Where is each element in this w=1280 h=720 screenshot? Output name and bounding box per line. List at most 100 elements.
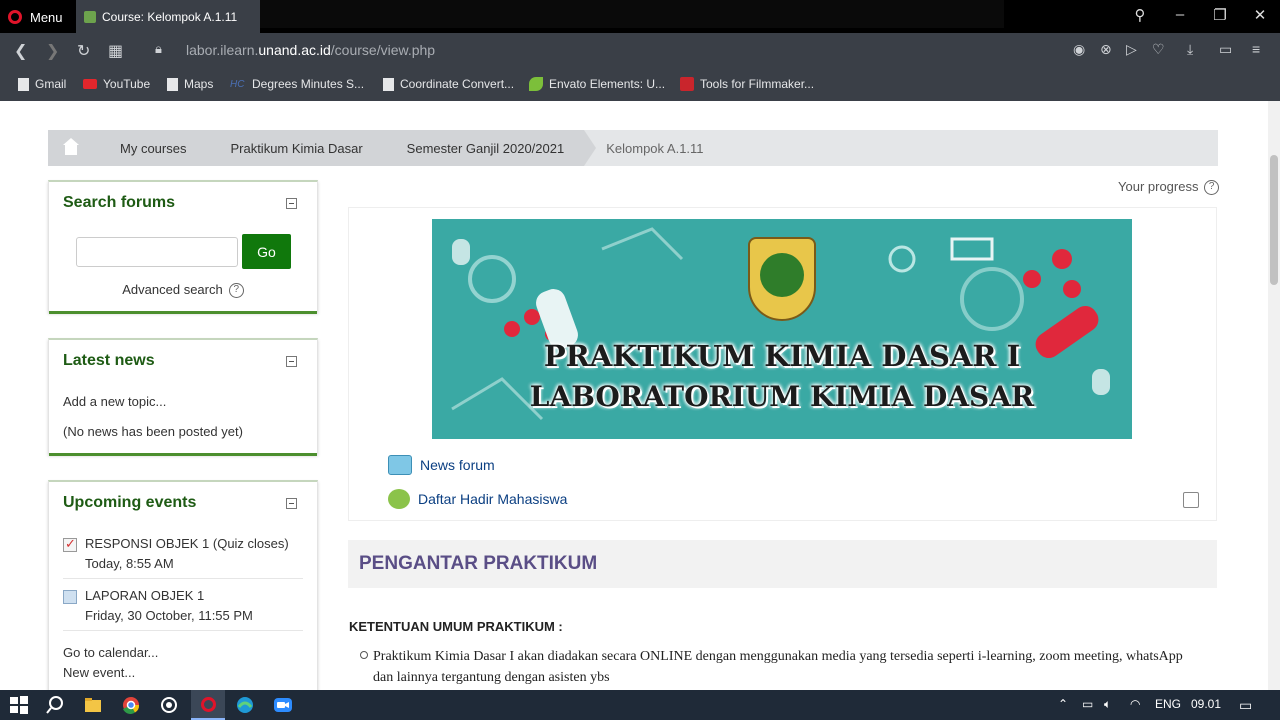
snapshot-icon[interactable]: ◉ [1073, 41, 1085, 58]
bookmark-label: Envato Elements: U... [549, 77, 666, 91]
forward-icon[interactable]: ❯ [46, 41, 59, 61]
active-tab[interactable]: Course: Kelompok A.1.11 [76, 0, 260, 33]
go-button[interactable]: Go [242, 234, 291, 269]
download-icon[interactable]: ⤓ [1187, 41, 1193, 58]
course-favicon-icon [84, 10, 96, 23]
rule-text: Praktikum Kimia Dasar I akan diadakan se… [373, 649, 1183, 685]
collapse-icon[interactable] [286, 356, 297, 367]
adblock-icon[interactable]: ⊗ [1100, 41, 1112, 58]
bookmark-envato[interactable]: Envato Elements: U... [529, 77, 665, 91]
easy-setup-icon[interactable]: ≡ [1252, 41, 1260, 57]
battery-icon[interactable]: ▭ [1082, 697, 1093, 711]
breadcrumb-separator [206, 130, 219, 166]
scrollbar-thumb[interactable] [1270, 155, 1278, 285]
bookmark-label: Degrees Minutes S... [252, 77, 365, 91]
section-title: PENGANTAR PRAKTIKUM [359, 553, 598, 574]
search-forums-input[interactable] [76, 237, 238, 267]
module-label: News forum [420, 457, 495, 473]
battery-saver-icon[interactable]: ▭ [1219, 41, 1232, 58]
bookmark-degrees[interactable]: HC Degrees Minutes S... [230, 77, 364, 91]
search-tabs-icon[interactable]: ⚲ [1131, 6, 1149, 24]
quiz-icon [63, 536, 77, 552]
university-seal-logo [748, 237, 816, 321]
bookmark-filmmaker[interactable]: Tools for Filmmaker... [680, 77, 814, 91]
opera-logo-icon [8, 10, 22, 24]
event-name[interactable]: LAPORAN OBJEK 1 [85, 588, 204, 603]
attendance-icon [388, 489, 410, 509]
url-field[interactable]: labor.ilearn.unand.ac.id/course/view.php [186, 42, 435, 58]
wifi-icon[interactable]: ◠ [1130, 697, 1140, 711]
block-accent-bar [49, 453, 317, 456]
speed-dial-icon[interactable]: ▦ [108, 41, 123, 61]
breadcrumb-separator [382, 130, 395, 166]
advanced-search-link[interactable]: Advanced search [122, 282, 222, 297]
notification-icon[interactable]: ▭ [1239, 697, 1252, 714]
breadcrumb-label: My courses [120, 140, 187, 156]
bookmark-label: Gmail [35, 77, 67, 91]
no-news-text: (No news has been posted yet) [63, 424, 243, 439]
bullet-icon [360, 651, 368, 659]
reload-icon[interactable]: ↻ [77, 41, 90, 61]
send-icon[interactable]: ▷ [1126, 41, 1137, 58]
close-icon[interactable]: ✕ [1251, 6, 1269, 24]
breadcrumb-my-courses[interactable]: My courses [94, 130, 219, 166]
bookmark-maps[interactable]: Maps [167, 77, 213, 91]
tray-chevron-icon[interactable]: ⌃ [1058, 697, 1068, 711]
attendance-link[interactable]: Daftar Hadir Mahasiswa [388, 489, 567, 509]
search-icon[interactable] [45, 695, 65, 715]
event-name[interactable]: RESPONSI OBJEK 1 (Quiz closes) [85, 536, 289, 551]
volume-icon[interactable]: 🔈︎ [1104, 697, 1111, 712]
hc-icon: HC [230, 78, 245, 90]
bookmark-coordinate[interactable]: Coordinate Convert... [383, 77, 514, 91]
banner-title-line1: PRAKTIKUM KIMIA DASAR I [543, 339, 1021, 373]
completion-checkbox[interactable] [1183, 492, 1199, 508]
bookmark-youtube[interactable]: YouTube [83, 77, 150, 91]
collapse-icon[interactable] [286, 198, 297, 209]
calendar-link[interactable]: Go to calendar... [63, 645, 158, 660]
back-icon[interactable]: ❮ [14, 41, 27, 61]
breadcrumb-home[interactable] [48, 130, 106, 166]
file-explorer-icon[interactable] [83, 695, 103, 715]
breadcrumb-separator [94, 130, 106, 166]
opera-taskbar-active[interactable] [191, 690, 225, 720]
breadcrumb-course[interactable]: Praktikum Kimia Dasar [206, 130, 395, 166]
progress-label: Your progress [1118, 179, 1199, 194]
breadcrumb-label: Praktikum Kimia Dasar [230, 140, 363, 156]
breadcrumb-semester[interactable]: Semester Ganjil 2020/2021 [382, 130, 597, 166]
language-indicator[interactable]: ENG [1155, 697, 1181, 711]
opera-menu-button[interactable]: Menu [8, 6, 63, 28]
collapse-icon[interactable] [286, 498, 297, 509]
news-forum-link[interactable]: News forum [388, 455, 495, 475]
block-title: Latest news [63, 352, 155, 369]
divider [63, 630, 303, 631]
add-topic-link[interactable]: Add a new topic... [63, 394, 166, 409]
your-progress: Your progress ? [1118, 179, 1220, 196]
url-prefix: labor.ilearn. [186, 42, 259, 58]
help-icon[interactable]: ? [228, 283, 244, 299]
upcoming-events-block: Upcoming events RESPONSI OBJEK 1 (Quiz c… [48, 480, 318, 690]
chrome-icon[interactable] [121, 695, 141, 715]
heart-icon[interactable]: ♡ [1152, 41, 1165, 58]
windows-start-icon[interactable] [9, 695, 29, 715]
bookmark-gmail[interactable]: Gmail [18, 77, 66, 91]
breadcrumb-separator [584, 130, 597, 166]
page-scrollbar[interactable] [1268, 101, 1280, 690]
browser-tab-bar: Menu Course: Kelompok A.1.11 ⚲ – ❐ ✕ [0, 0, 1280, 33]
clock[interactable]: 09.01 [1191, 697, 1221, 711]
block-accent-bar [49, 311, 317, 314]
new-event-link[interactable]: New event... [63, 665, 135, 680]
breadcrumb: My courses Praktikum Kimia Dasar Semeste… [48, 130, 1218, 166]
block-title: Upcoming events [63, 494, 197, 511]
minimize-icon[interactable]: – [1171, 6, 1189, 23]
bookmark-label: Coordinate Convert... [400, 77, 515, 91]
edge-icon[interactable] [235, 695, 255, 715]
bookmark-label: Tools for Filmmaker... [700, 77, 815, 91]
module-label: Daftar Hadir Mahasiswa [418, 491, 568, 507]
zoom-icon[interactable] [273, 695, 293, 715]
whatsapp-icon[interactable] [159, 695, 179, 715]
bookmark-label: YouTube [103, 77, 151, 91]
address-bar: ❮ ❯ ↻ ▦ 🔒︎ labor.ilearn.unand.ac.id/cour… [0, 33, 1280, 68]
course-banner-image: PRAKTIKUM KIMIA DASAR I LABORATORIUM KIM… [432, 219, 1132, 439]
restore-icon[interactable]: ❐ [1211, 6, 1229, 24]
help-icon[interactable]: ? [1204, 180, 1220, 196]
